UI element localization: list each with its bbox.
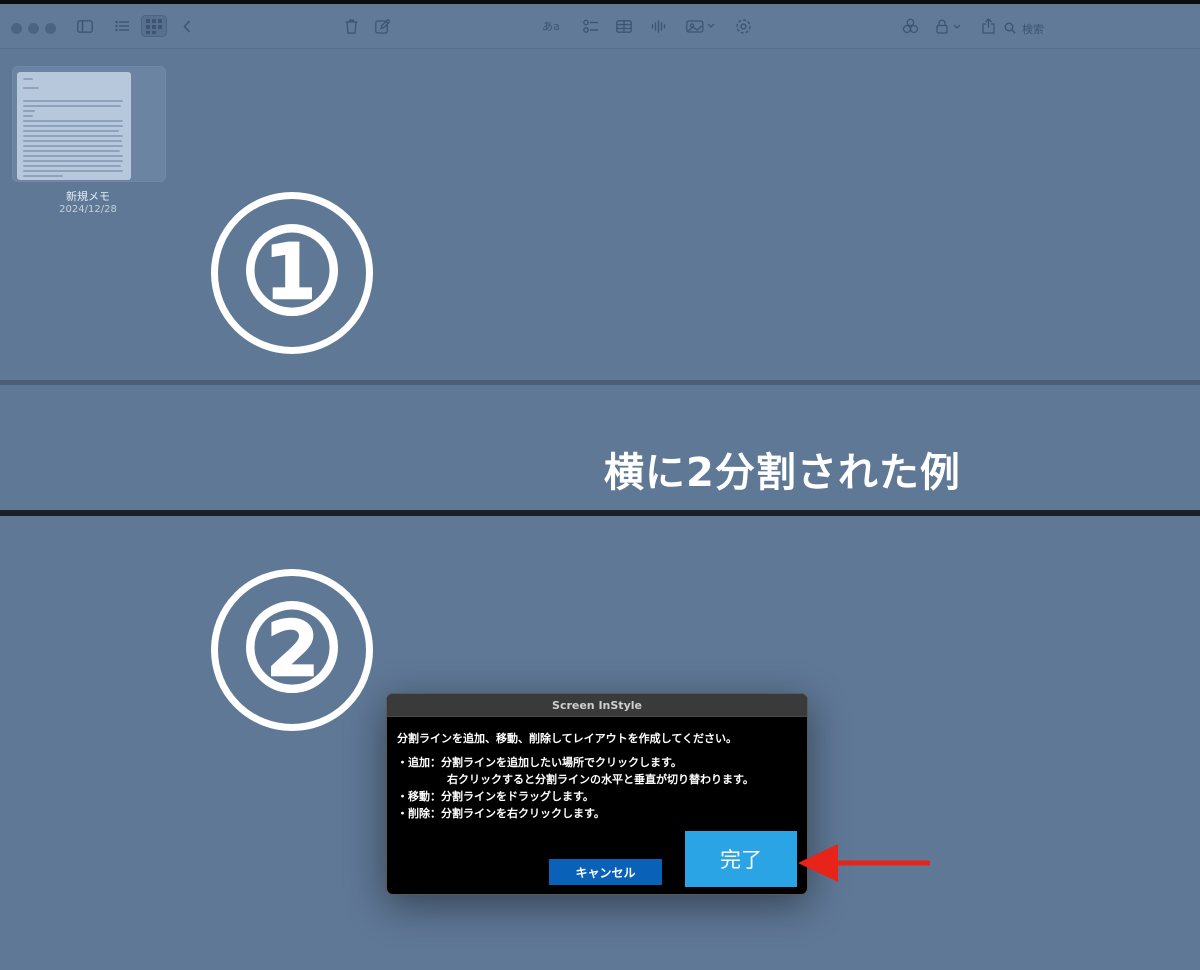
split-line-top[interactable] (0, 380, 1200, 385)
search-placeholder: 検索 (1022, 23, 1044, 36)
note-date: 2024/12/28 (59, 204, 117, 215)
trash-icon[interactable] (342, 4, 360, 48)
dialog-instructions: 分割ラインを追加、移動、削除してレイアウトを作成してください。 ・追加：分割ライ… (397, 730, 797, 822)
instruction-add: ・追加：分割ラインを追加したい場所でクリックします。 (397, 756, 682, 769)
search-field[interactable]: 検索 (1004, 18, 1194, 40)
notes-toolbar: あa 検索 (0, 4, 1200, 49)
collaborate-icon[interactable] (732, 4, 754, 48)
instruction-delete: ・削除：分割ラインを右クリックします。 (397, 807, 605, 820)
format-icon[interactable]: あa (538, 4, 564, 48)
region-2-label: ② (239, 584, 345, 716)
cancel-button[interactable]: キャンセル (549, 859, 662, 885)
split-line-bottom[interactable] (0, 510, 1200, 516)
instruction-move: ・移動：分割ラインをドラッグします。 (397, 790, 594, 803)
screen-instyle-dialog: Screen InStyle 分割ラインを追加、移動、削除してレイアウトを作成し… (386, 693, 808, 895)
dialog-title: Screen InStyle (387, 694, 807, 717)
sidebar-icon[interactable] (74, 4, 96, 48)
red-arrow-annotation (798, 844, 930, 882)
region-1-label: ① (239, 207, 345, 339)
instruction-add-detail: 右クリックすると分割ラインの水平と垂直が切り替わります。 (447, 773, 754, 786)
checklist-icon[interactable] (580, 4, 600, 48)
link-icon[interactable] (900, 4, 922, 48)
compose-icon[interactable] (373, 4, 391, 48)
back-chevron-icon[interactable] (178, 4, 196, 48)
lock-icon[interactable] (934, 4, 966, 48)
close-dot[interactable] (11, 23, 22, 34)
media-icon[interactable] (684, 4, 720, 48)
gallery-view-icon[interactable] (140, 4, 168, 48)
share-icon[interactable] (978, 4, 998, 48)
list-view-icon[interactable] (112, 4, 132, 48)
table-icon[interactable] (614, 4, 634, 48)
region-2-marker: ② (211, 569, 373, 731)
done-button[interactable]: 完了 (685, 831, 797, 887)
audio-icon[interactable] (648, 4, 668, 48)
search-icon (1004, 22, 1016, 37)
minimize-dot[interactable] (28, 23, 39, 34)
split-example-label: 横に2分割された例 (604, 450, 961, 496)
note-thumbnail[interactable] (17, 72, 131, 180)
zoom-dot[interactable] (45, 23, 56, 34)
region-1-marker: ① (211, 192, 373, 354)
note-title: 新規メモ (66, 190, 110, 203)
dialog-intro: 分割ラインを追加、移動、削除してレイアウトを作成してください。 (397, 732, 738, 745)
